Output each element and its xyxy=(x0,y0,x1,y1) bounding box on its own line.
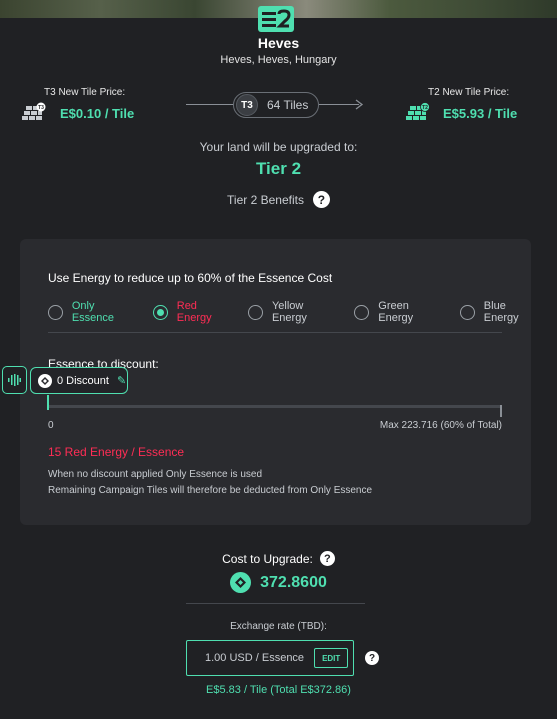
tier-badge: T3 xyxy=(236,94,258,116)
region-name: Heves, Heves, Hungary xyxy=(220,54,337,66)
radio-button[interactable] xyxy=(248,304,263,320)
essence-icon xyxy=(38,373,52,388)
radio-button[interactable] xyxy=(354,304,370,320)
t3-price-label: T3 New Tile Price: xyxy=(44,87,126,98)
slider-grip-button[interactable] xyxy=(2,366,27,394)
essence-icon xyxy=(230,572,252,593)
tiles-count: 64 Tiles xyxy=(267,98,309,112)
edit-exchange-button[interactable]: EDIT xyxy=(314,648,349,668)
radio-label: Yellow Energy xyxy=(271,300,307,324)
cost-value: 372.8600 xyxy=(260,573,327,591)
tile-stack-icon: T2 xyxy=(406,102,430,120)
exchange-rate-box: 1.00 USD / Essence EDIT xyxy=(186,640,354,676)
discount-slider-track[interactable] xyxy=(48,405,502,408)
help-icon[interactable]: ? xyxy=(319,551,335,566)
radio-button[interactable] xyxy=(48,304,63,320)
tier-benefits-label: Tier 2 Benefits xyxy=(227,192,304,207)
cost-label: Cost to Upgrade: xyxy=(222,551,313,566)
total-cost-line: E$5.83 / Tile (Total E$372.86) xyxy=(206,684,351,696)
radio-label: Only Essence xyxy=(71,300,115,324)
pencil-icon[interactable]: ✎ xyxy=(117,374,126,387)
radio-option-red-energy[interactable]: Red Energy xyxy=(152,300,234,324)
t2-badge-text: T2 xyxy=(422,105,428,111)
note-no-discount: When no discount applied Only Essence is… xyxy=(48,469,263,480)
radio-option-blue-energy[interactable]: Blue Energy xyxy=(459,300,543,324)
tile-stack-icon: T3 xyxy=(22,102,46,120)
divider xyxy=(48,332,502,333)
energy-intro-text: Use Energy to reduce up to 60% of the Es… xyxy=(48,271,333,285)
grip-icon xyxy=(8,374,21,386)
tier-connector-right xyxy=(319,104,359,105)
energy-source-options: Only Essence Red Energy Yellow Energy Green… xyxy=(48,300,557,324)
t2-price-value: E$5.93 / Tile xyxy=(443,106,518,121)
radio-option-green-energy[interactable]: Green Energy xyxy=(354,300,446,324)
radio-option-only-essence[interactable]: Only Essence xyxy=(48,300,139,324)
radio-button[interactable] xyxy=(459,304,475,320)
discount-value-chip[interactable]: 0 Discount ✎ xyxy=(30,367,128,394)
note-campaign-tiles: Remaining Campaign Tiles will therefore … xyxy=(48,485,373,496)
city-name: Heves xyxy=(257,35,300,51)
target-tier: Tier 2 xyxy=(255,159,302,178)
arrow-right-icon xyxy=(355,99,364,110)
slider-max-label: Max 223.716 (60% of Total) xyxy=(379,420,502,431)
slider-max-tick xyxy=(500,405,502,417)
t3-price-value: E$0.10 / Tile xyxy=(60,106,135,121)
tier-2-logo-icon xyxy=(258,6,294,32)
radio-label: Red Energy xyxy=(176,300,212,324)
upgrade-subtitle: Your land will be upgraded to: xyxy=(199,140,358,154)
tier-connector-left xyxy=(186,104,234,105)
tier-pill: T3 64 Tiles xyxy=(233,92,319,118)
help-icon[interactable]: ? xyxy=(365,651,379,665)
help-icon[interactable]: ? xyxy=(312,191,330,208)
cost-value-row: 372.8600 xyxy=(0,572,557,593)
t3-badge-text: T3 xyxy=(38,105,44,111)
radio-button[interactable] xyxy=(152,304,168,320)
energy-rate: 15 Red Energy / Essence xyxy=(48,445,185,459)
slider-min-label: 0 xyxy=(48,420,54,431)
discount-slider-thumb[interactable] xyxy=(47,395,49,410)
radio-label: Green Energy xyxy=(378,300,414,324)
tier-benefits-row: Tier 2 Benefits ? xyxy=(0,191,557,208)
discount-value: 0 Discount xyxy=(57,374,109,387)
radio-label: Blue Energy xyxy=(483,300,519,324)
divider xyxy=(186,603,365,604)
exchange-rate-label: Exchange rate (TBD): xyxy=(230,621,327,632)
t2-price-label: T2 New Tile Price: xyxy=(428,87,510,98)
radio-option-yellow-energy[interactable]: Yellow Energy xyxy=(248,300,340,324)
exchange-rate-value: 1.00 USD / Essence xyxy=(205,652,305,664)
cost-label-row: Cost to Upgrade: ? xyxy=(0,551,557,566)
